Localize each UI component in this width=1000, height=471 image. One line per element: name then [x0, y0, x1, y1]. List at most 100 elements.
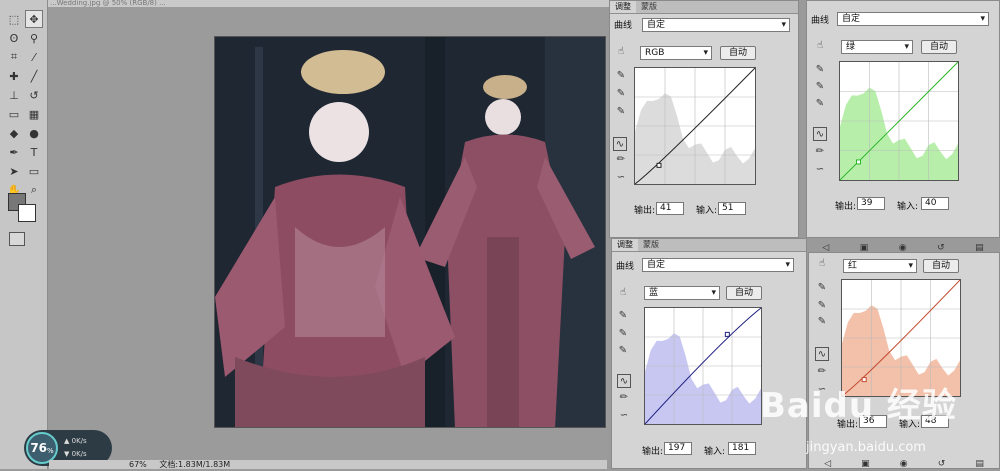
- curve-edit-icon[interactable]: ∿: [813, 127, 827, 141]
- upload-rate-value: 0K/s: [71, 437, 87, 445]
- marquee-icon[interactable]: ⬚: [5, 10, 23, 28]
- trash-icon[interactable]: ▤: [975, 459, 984, 471]
- curve-point: [656, 162, 662, 168]
- document-size: 文档:1.83M/1.83M: [159, 460, 231, 469]
- gray-eyedropper-icon[interactable]: ✎: [616, 327, 630, 341]
- download-rate-value: 0K/s: [71, 450, 87, 458]
- baidu-watermark: Baidu 经验: [760, 386, 957, 426]
- eraser-icon[interactable]: ▭: [5, 105, 23, 123]
- hand-adjust-icon[interactable]: ☝: [813, 39, 827, 53]
- curve-svg: [840, 62, 958, 180]
- hand-adjust-icon[interactable]: ☝: [815, 257, 829, 271]
- eye-icon[interactable]: ◉: [900, 459, 908, 471]
- pencil-icon[interactable]: ✏: [614, 153, 628, 167]
- blur-icon[interactable]: ◆: [5, 124, 23, 142]
- background-color-swatch[interactable]: [18, 204, 36, 222]
- eyedropper-icon[interactable]: ⁄: [25, 48, 43, 66]
- auto-button[interactable]: 自动: [921, 40, 957, 54]
- zoom-icon[interactable]: ⌕: [25, 181, 43, 199]
- back-icon[interactable]: ◁: [824, 459, 831, 471]
- quick-mask-button[interactable]: [9, 232, 25, 246]
- pencil-icon[interactable]: ✏: [813, 145, 827, 159]
- preset-dropdown[interactable]: 自定: [642, 18, 790, 32]
- output-label: 输出:: [835, 202, 857, 212]
- curve-edit-icon[interactable]: ∿: [815, 347, 829, 361]
- channel-dropdown[interactable]: RGB: [640, 46, 712, 60]
- output-field[interactable]: 197: [664, 442, 692, 455]
- input-label: 输入:: [696, 206, 718, 216]
- watermark-url: jingyan.baidu.com: [806, 440, 926, 455]
- curves-title: 曲线: [614, 21, 633, 31]
- white-eyedropper-icon[interactable]: ✎: [614, 105, 628, 119]
- output-field[interactable]: 39: [857, 197, 885, 210]
- gray-eyedropper-icon[interactable]: ✎: [813, 80, 827, 94]
- curves-title: 曲线: [616, 262, 635, 272]
- smooth-icon[interactable]: ∽: [617, 409, 631, 423]
- move-icon[interactable]: ✥: [25, 10, 43, 28]
- type-icon[interactable]: T: [25, 143, 43, 161]
- pencil-icon[interactable]: ✏: [617, 391, 631, 405]
- tab-adjustments[interactable]: 调整: [610, 1, 636, 13]
- input-field[interactable]: 181: [728, 442, 756, 455]
- black-eyedropper-icon[interactable]: ✎: [815, 281, 829, 295]
- channel-dropdown[interactable]: 绿: [841, 40, 913, 54]
- auto-button[interactable]: 自动: [720, 46, 756, 60]
- pen-icon[interactable]: ✒: [5, 143, 23, 161]
- dodge-icon[interactable]: ●: [25, 124, 43, 142]
- curve-edit-icon[interactable]: ∿: [613, 137, 627, 151]
- zoom-level[interactable]: 67%: [129, 460, 147, 469]
- shape-icon[interactable]: ▭: [25, 162, 43, 180]
- input-label: 输入:: [704, 447, 726, 457]
- hand-adjust-icon[interactable]: ☝: [616, 286, 630, 300]
- channel-dropdown[interactable]: 蓝: [644, 286, 720, 300]
- path-select-icon[interactable]: ➤: [5, 162, 23, 180]
- history-brush-icon[interactable]: ↺: [25, 86, 43, 104]
- tab-masks[interactable]: 蒙版: [638, 239, 664, 251]
- input-field[interactable]: 40: [921, 197, 949, 210]
- photo-illustration: [215, 37, 605, 427]
- panel-footer-icons: ◁ ▣ ◉ ↺ ▤: [809, 459, 999, 471]
- channel-dropdown[interactable]: 红: [843, 259, 917, 273]
- cpu-percent-value: 76: [30, 441, 48, 455]
- hand-adjust-icon[interactable]: ☝: [614, 45, 628, 59]
- curve-graph[interactable]: [644, 307, 762, 425]
- download-rate: ▼ 0K/s: [64, 450, 87, 458]
- curve-graph[interactable]: [634, 67, 756, 185]
- black-eyedropper-icon[interactable]: ✎: [614, 69, 628, 83]
- white-eyedropper-icon[interactable]: ✎: [616, 344, 630, 358]
- curve-edit-icon[interactable]: ∿: [617, 374, 631, 388]
- toolbox: ⬚ ✥ ʘ ⚲ ⌗ ⁄ ✚ ╱ ⊥ ↺ ▭ ▦ ◆ ● ✒ T ➤ ▭ ✋ ⌕: [0, 0, 48, 469]
- healing-icon[interactable]: ✚: [5, 67, 23, 85]
- curve-svg: [645, 308, 761, 424]
- crop-icon[interactable]: ⌗: [5, 48, 23, 66]
- auto-button[interactable]: 自动: [923, 259, 959, 273]
- curve-svg: [635, 68, 755, 184]
- gray-eyedropper-icon[interactable]: ✎: [614, 87, 628, 101]
- tab-masks[interactable]: 蒙版: [636, 1, 662, 13]
- reset-icon[interactable]: ↺: [938, 459, 946, 471]
- input-field[interactable]: 51: [718, 202, 746, 215]
- white-eyedropper-icon[interactable]: ✎: [815, 315, 829, 329]
- layer-icon[interactable]: ▣: [861, 459, 870, 471]
- black-eyedropper-icon[interactable]: ✎: [616, 309, 630, 323]
- auto-button[interactable]: 自动: [726, 286, 762, 300]
- preset-dropdown[interactable]: 自定: [642, 258, 794, 272]
- lasso-icon[interactable]: ʘ: [5, 29, 23, 47]
- white-eyedropper-icon[interactable]: ✎: [813, 97, 827, 111]
- magic-wand-icon[interactable]: ⚲: [25, 29, 43, 47]
- gradient-icon[interactable]: ▦: [25, 105, 43, 123]
- smooth-icon[interactable]: ∽: [614, 171, 628, 185]
- curves-title: 曲线: [811, 16, 830, 26]
- curves-panel-red: ☝ 红 自动 ✎ ✎ ✎ ∿ ✏ ∽ 输出: 36 输入: 48 ◁▣◉↺▤: [808, 252, 1000, 469]
- tab-adjustments[interactable]: 调整: [612, 239, 638, 251]
- curve-graph[interactable]: [839, 61, 959, 181]
- pencil-icon[interactable]: ✏: [815, 365, 829, 379]
- smooth-icon[interactable]: ∽: [813, 163, 827, 177]
- output-field[interactable]: 41: [656, 202, 684, 215]
- document-photo[interactable]: [214, 36, 606, 428]
- black-eyedropper-icon[interactable]: ✎: [813, 63, 827, 77]
- brush-icon[interactable]: ╱: [25, 67, 43, 85]
- gray-eyedropper-icon[interactable]: ✎: [815, 299, 829, 313]
- preset-dropdown[interactable]: 自定: [837, 12, 989, 26]
- stamp-icon[interactable]: ⊥: [5, 86, 23, 104]
